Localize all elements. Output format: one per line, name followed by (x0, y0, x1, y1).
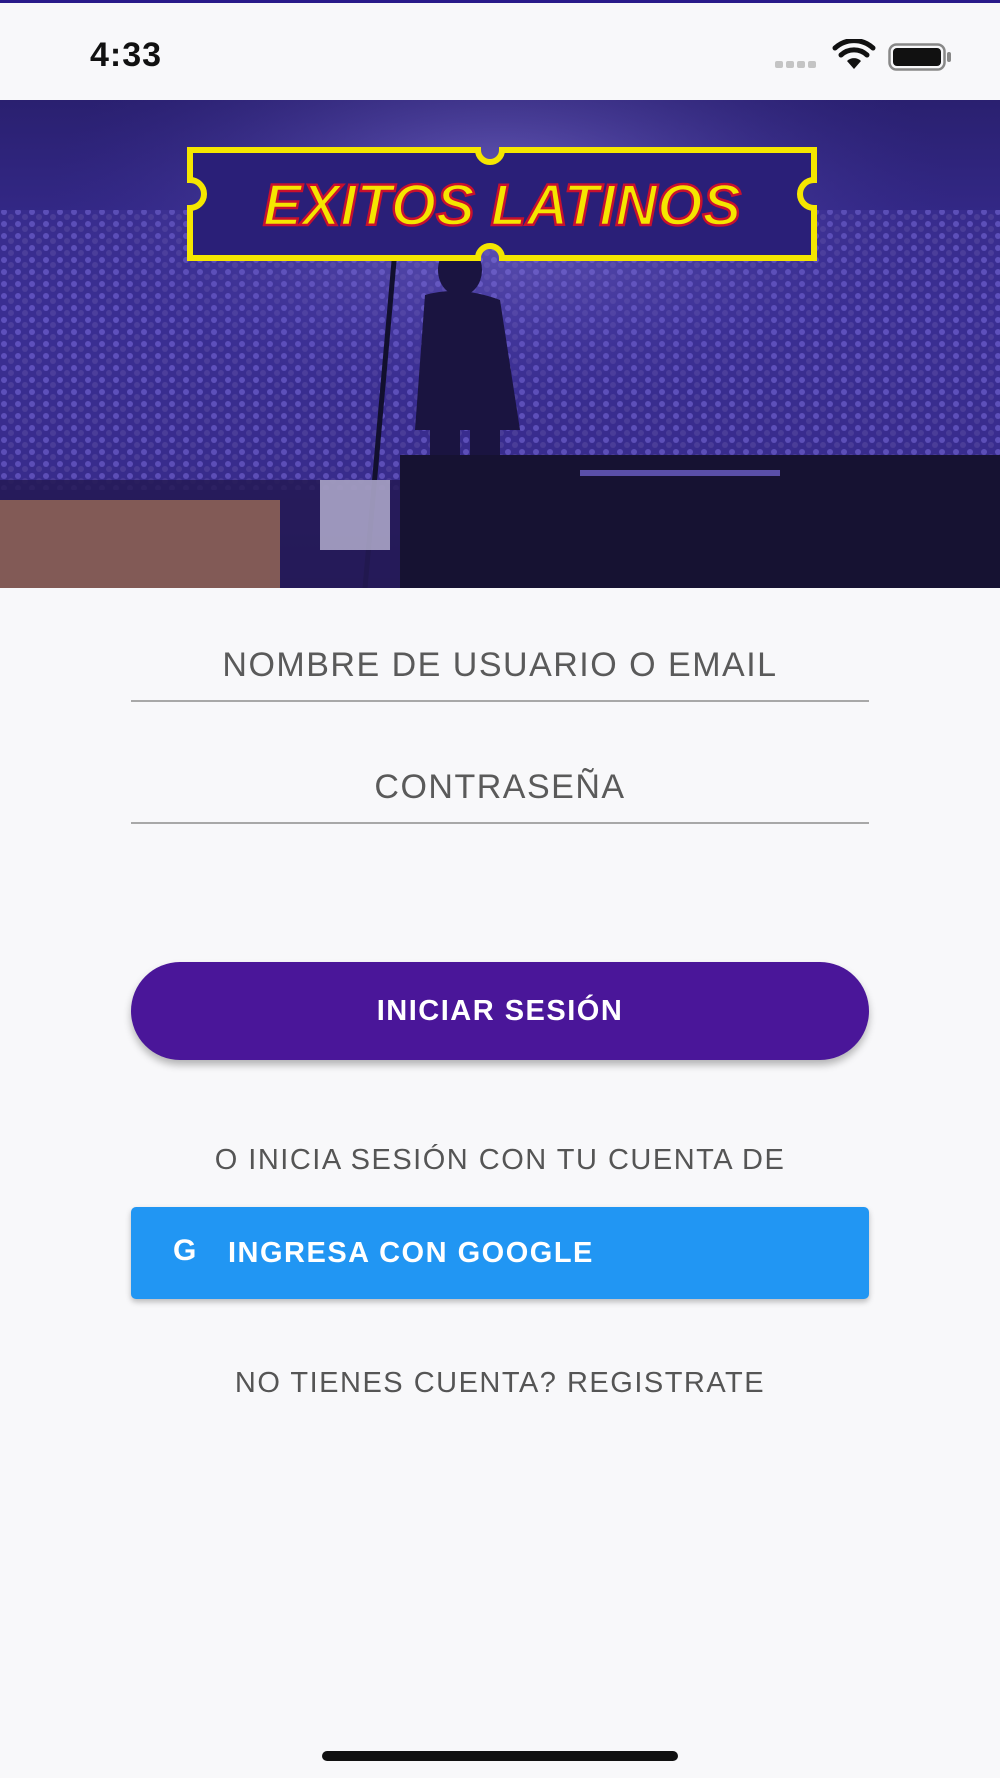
svg-text:EXITOS LATINOS: EXITOS LATINOS (263, 173, 741, 238)
password-input[interactable] (131, 766, 869, 808)
home-indicator[interactable] (322, 1751, 678, 1761)
battery-icon (888, 43, 951, 71)
register-link[interactable]: NO TIENES CUENTA? REGISTRATE (0, 1367, 1000, 1400)
status-time: 4:33 (90, 36, 163, 74)
login-form: INICIAR SESIÓN O INICIA SESIÓN CON TU CU… (0, 588, 1000, 1508)
username-input[interactable] (131, 644, 869, 686)
google-login-label: INGRESA CON GOOGLE (228, 1237, 594, 1269)
google-login-button[interactable]: G INGRESA CON GOOGLE (131, 1207, 869, 1299)
concert-image: EXITOS LATINOS (0, 100, 1000, 588)
login-button[interactable]: INICIAR SESIÓN (131, 962, 869, 1060)
hero-banner: EXITOS LATINOS (0, 100, 1000, 588)
exitos-latinos-logo: EXITOS LATINOS (187, 147, 817, 261)
alt-login-label: O INICIA SESIÓN CON TU CUENTA DE (214, 1144, 786, 1176)
signal-icon (775, 61, 819, 69)
wifi-icon (832, 39, 876, 69)
google-icon: G (173, 1234, 197, 1267)
password-field (131, 752, 869, 824)
username-field (131, 630, 869, 702)
status-bar: 4:33 (0, 3, 1000, 100)
